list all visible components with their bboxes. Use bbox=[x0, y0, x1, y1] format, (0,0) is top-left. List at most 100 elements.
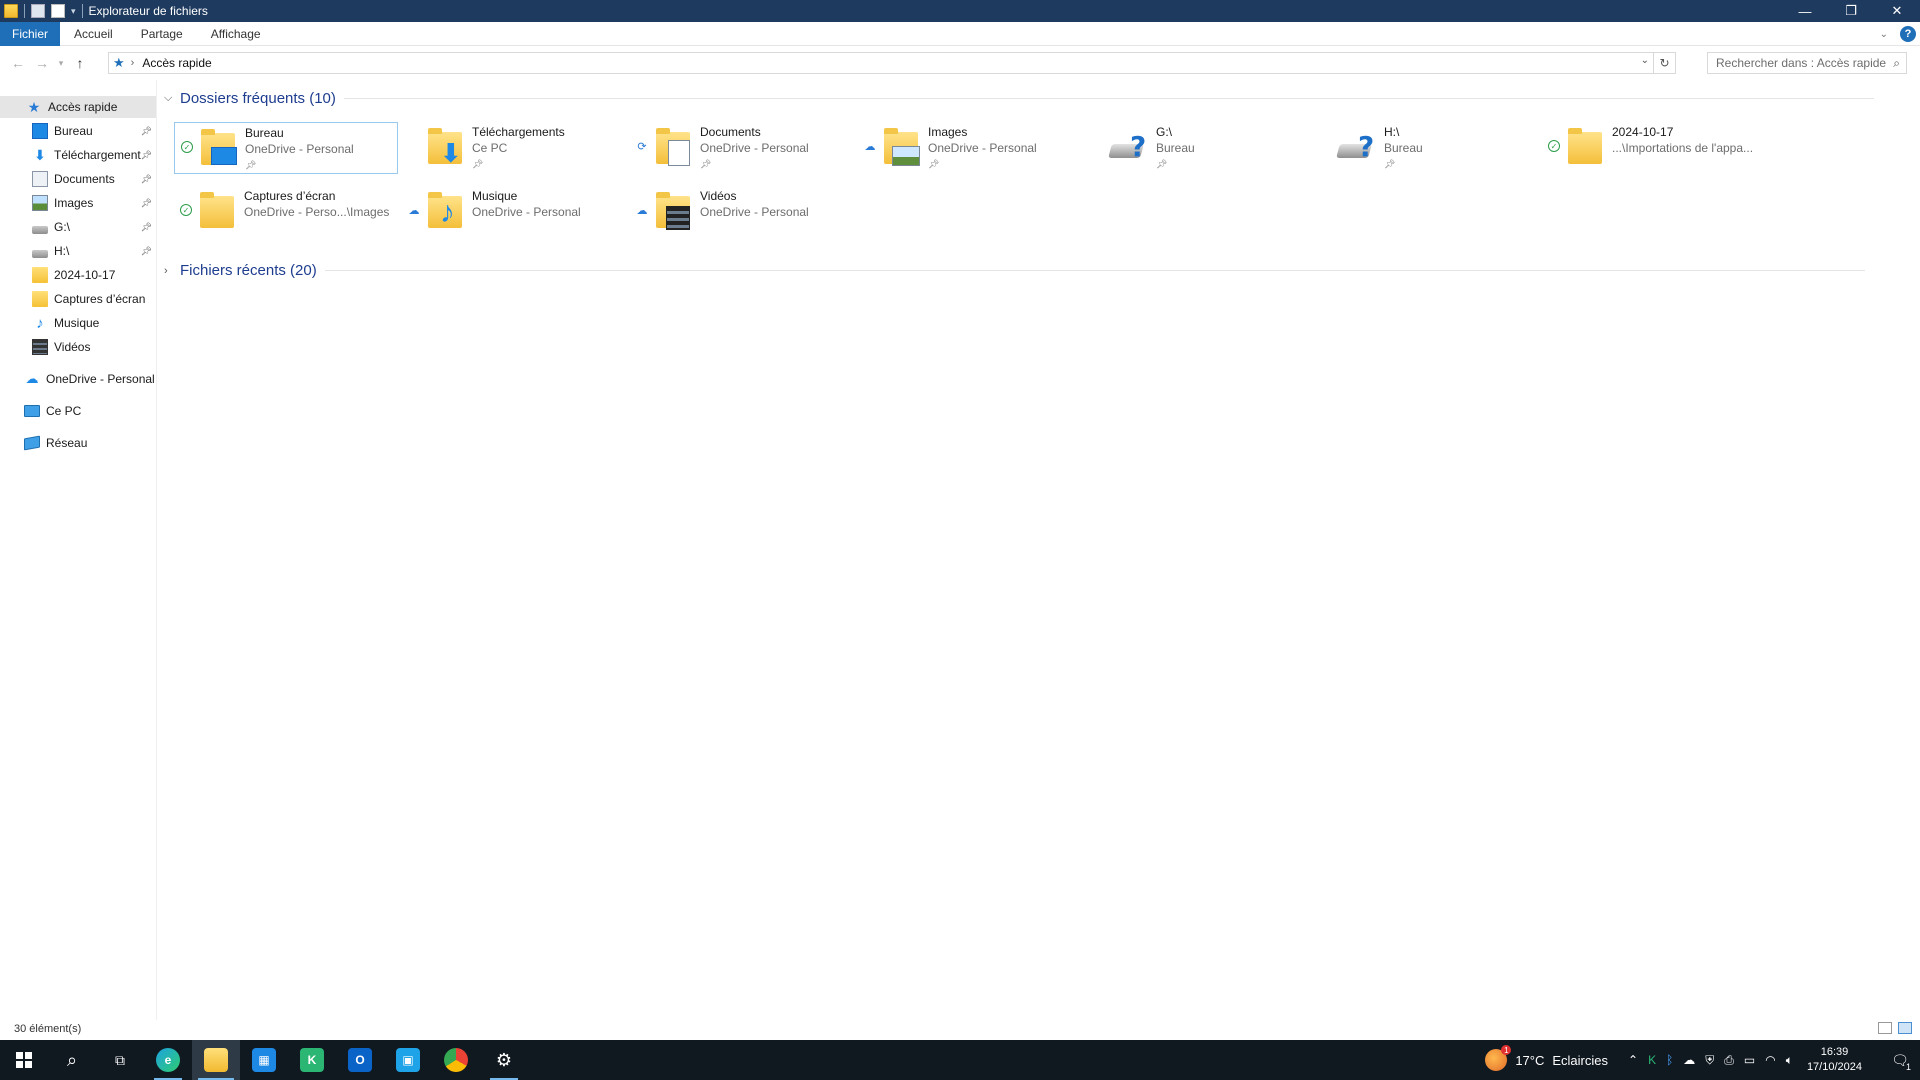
tab-partage[interactable]: Partage bbox=[127, 22, 197, 46]
tile-name: Captures d’écran bbox=[244, 189, 336, 203]
breadcrumb-chevron-icon[interactable]: › bbox=[131, 57, 135, 69]
nav-item-images[interactable]: Images 📌︎ bbox=[32, 192, 156, 214]
battery-icon[interactable]: ▭ bbox=[1744, 1053, 1755, 1067]
breadcrumb[interactable]: Accès rapide bbox=[142, 56, 211, 70]
folder-tile-2024-10-17[interactable]: ✓ 2024-10-17 ...\Importations de l'appa.… bbox=[1542, 122, 1766, 174]
customize-dropdown-icon[interactable]: ▾ bbox=[71, 6, 76, 17]
new-folder-icon[interactable] bbox=[51, 4, 65, 18]
show-hidden-icons-chevron-icon[interactable]: ⌃ bbox=[1628, 1053, 1638, 1067]
tile-location: OneDrive - Personal bbox=[472, 205, 581, 219]
section-frequent-folders[interactable]: ⌵ Dossiers fréquents (10) bbox=[164, 90, 1914, 107]
expand-ribbon-icon[interactable]: ⌄ bbox=[1880, 29, 1888, 40]
onedrive-icon: ☁ bbox=[25, 371, 39, 386]
tab-fichier[interactable]: Fichier bbox=[0, 21, 61, 46]
nav-item-reseau[interactable]: Réseau bbox=[24, 432, 156, 454]
forward-button[interactable]: → bbox=[30, 51, 54, 75]
nav-item-label: Réseau bbox=[46, 436, 88, 450]
folder-tile-bureau[interactable]: ✓ Bureau OneDrive - Personal 📌︎ bbox=[174, 122, 398, 174]
search-button[interactable]: ⌕ bbox=[48, 1040, 96, 1080]
close-button[interactable]: ✕ bbox=[1874, 0, 1920, 22]
notification-center-button[interactable]: 🗨︎ 1 bbox=[1880, 1040, 1920, 1080]
clock[interactable]: 16:39 17/10/2024 bbox=[1807, 1045, 1862, 1075]
minimize-button[interactable]: — bbox=[1782, 0, 1828, 22]
taskbar-app[interactable]: ▣ bbox=[384, 1040, 432, 1080]
tab-affichage[interactable]: Affichage bbox=[197, 22, 275, 46]
nav-item-acces-rapide[interactable]: ★ Accès rapide bbox=[0, 96, 156, 118]
taskbar-file-explorer[interactable] bbox=[192, 1040, 240, 1080]
tab-accueil[interactable]: Accueil bbox=[60, 22, 127, 46]
taskbar-chrome[interactable] bbox=[432, 1040, 480, 1080]
security-icon[interactable]: ⛨ bbox=[1705, 1053, 1714, 1068]
large-icons-view-button[interactable] bbox=[1898, 1022, 1912, 1034]
nav-item-label: Accès rapide bbox=[48, 100, 118, 114]
folder-icon bbox=[198, 192, 238, 232]
desktop-icon bbox=[32, 123, 48, 139]
nav-item-musique[interactable]: ♪ Musique bbox=[32, 312, 156, 334]
folder-tile-images[interactable]: ☁ Images OneDrive - Personal 📌︎ bbox=[858, 122, 1082, 174]
start-button[interactable] bbox=[0, 1040, 48, 1080]
taskbar-store[interactable]: ▦ bbox=[240, 1040, 288, 1080]
folder-tile-musique[interactable]: ☁ ♪ Musique OneDrive - Personal bbox=[402, 186, 626, 238]
tile-location: Bureau bbox=[1384, 141, 1423, 155]
task-view-icon: ⧉ bbox=[115, 1051, 125, 1068]
folder-tile-videos[interactable]: ☁ Vidéos OneDrive - Personal bbox=[630, 186, 854, 238]
chevron-right-icon[interactable]: › bbox=[164, 265, 180, 277]
nav-item-videos[interactable]: Vidéos bbox=[32, 336, 156, 358]
section-recent-files[interactable]: › Fichiers récents (20) bbox=[164, 262, 1914, 279]
properties-icon[interactable] bbox=[31, 4, 45, 18]
address-bar[interactable]: ★ › Accès rapide ⌄ ↻ bbox=[108, 52, 1676, 74]
tile-location: OneDrive - Personal bbox=[700, 141, 809, 155]
chevron-down-icon[interactable]: ⌵ bbox=[164, 92, 180, 105]
taskbar-edge[interactable]: e bbox=[144, 1040, 192, 1080]
tile-info: Captures d’écran OneDrive - Perso...\Ima… bbox=[244, 188, 389, 220]
address-dropdown-icon[interactable]: ⌄ bbox=[1641, 55, 1649, 66]
taskbar-kaspersky[interactable]: K bbox=[288, 1040, 336, 1080]
folder-tile-captures[interactable]: ✓ Captures d’écran OneDrive - Perso...\I… bbox=[174, 186, 398, 238]
nav-item-captures[interactable]: Captures d’écran bbox=[32, 288, 156, 310]
gear-icon: ⚙ bbox=[495, 1049, 513, 1070]
download-icon: ⬇ bbox=[34, 146, 46, 163]
folder-tile-drive-g[interactable]: ? G:\ Bureau 📌︎ bbox=[1086, 122, 1310, 174]
search-box[interactable]: ⌕ bbox=[1707, 52, 1907, 74]
kaspersky-tray-icon[interactable]: K bbox=[1648, 1053, 1656, 1067]
separator bbox=[81, 4, 83, 18]
search-input[interactable] bbox=[1716, 56, 1886, 70]
folder-tile-documents[interactable]: ⟳ Documents OneDrive - Personal 📌︎ bbox=[630, 122, 854, 174]
back-button[interactable]: ← bbox=[6, 51, 30, 75]
onedrive-tray-icon[interactable]: ☁ bbox=[1683, 1053, 1695, 1067]
nav-item-bureau[interactable]: Bureau 📌︎ bbox=[32, 120, 156, 142]
nav-item-drive-h[interactable]: H:\ 📌︎ bbox=[32, 240, 156, 262]
clock-time: 16:39 bbox=[1820, 1046, 1849, 1058]
taskbar-settings[interactable]: ⚙ bbox=[480, 1040, 528, 1080]
nav-item-telechargements[interactable]: ⬇ Téléchargements 📌︎ bbox=[32, 144, 156, 166]
weather-widget[interactable]: 1 17°C Eclaircies bbox=[1485, 1045, 1608, 1071]
outlook-icon: O bbox=[348, 1048, 372, 1072]
pane-divider[interactable] bbox=[156, 80, 157, 1020]
folder-tile-drive-h[interactable]: ? H:\ Bureau 📌︎ bbox=[1314, 122, 1538, 174]
nav-item-ce-pc[interactable]: Ce PC bbox=[24, 400, 156, 422]
restore-button[interactable]: ❐ bbox=[1828, 0, 1874, 22]
recent-locations-icon[interactable]: ▾ bbox=[54, 51, 68, 75]
drive-icon bbox=[32, 250, 48, 258]
volume-icon[interactable]: 🔈︎ bbox=[1786, 1053, 1793, 1068]
nav-item-drive-g[interactable]: G:\ 📌︎ bbox=[32, 216, 156, 238]
folder-tile-telechargements[interactable]: ⬇ Téléchargements Ce PC 📌︎ bbox=[402, 122, 626, 174]
nav-item-onedrive[interactable]: ☁ OneDrive - Personal bbox=[24, 368, 156, 390]
tile-info: 2024-10-17 ...\Importations de l'appa... bbox=[1612, 124, 1753, 156]
up-button[interactable]: ↑ bbox=[68, 51, 92, 75]
printer-icon[interactable]: ⎙ bbox=[1724, 1053, 1734, 1068]
nav-item-documents[interactable]: Documents 📌︎ bbox=[32, 168, 156, 190]
nav-item-2024-10-17[interactable]: 2024-10-17 bbox=[32, 264, 156, 286]
details-view-button[interactable] bbox=[1878, 1022, 1892, 1034]
sync-icon: ⟳ bbox=[637, 140, 647, 153]
task-view-button[interactable]: ⧉ bbox=[96, 1040, 144, 1080]
taskbar-outlook[interactable]: O bbox=[336, 1040, 384, 1080]
window-controls: — ❐ ✕ bbox=[1782, 0, 1920, 22]
refresh-button[interactable]: ↻ bbox=[1653, 53, 1675, 73]
wifi-icon[interactable]: ◠ bbox=[1765, 1053, 1775, 1067]
bluetooth-icon[interactable]: ᛒ bbox=[1666, 1053, 1673, 1067]
tile-name: Vidéos bbox=[700, 189, 737, 203]
nav-item-label: 2024-10-17 bbox=[54, 268, 116, 282]
folder-icon bbox=[1566, 128, 1606, 168]
help-icon[interactable]: ? bbox=[1900, 26, 1916, 42]
